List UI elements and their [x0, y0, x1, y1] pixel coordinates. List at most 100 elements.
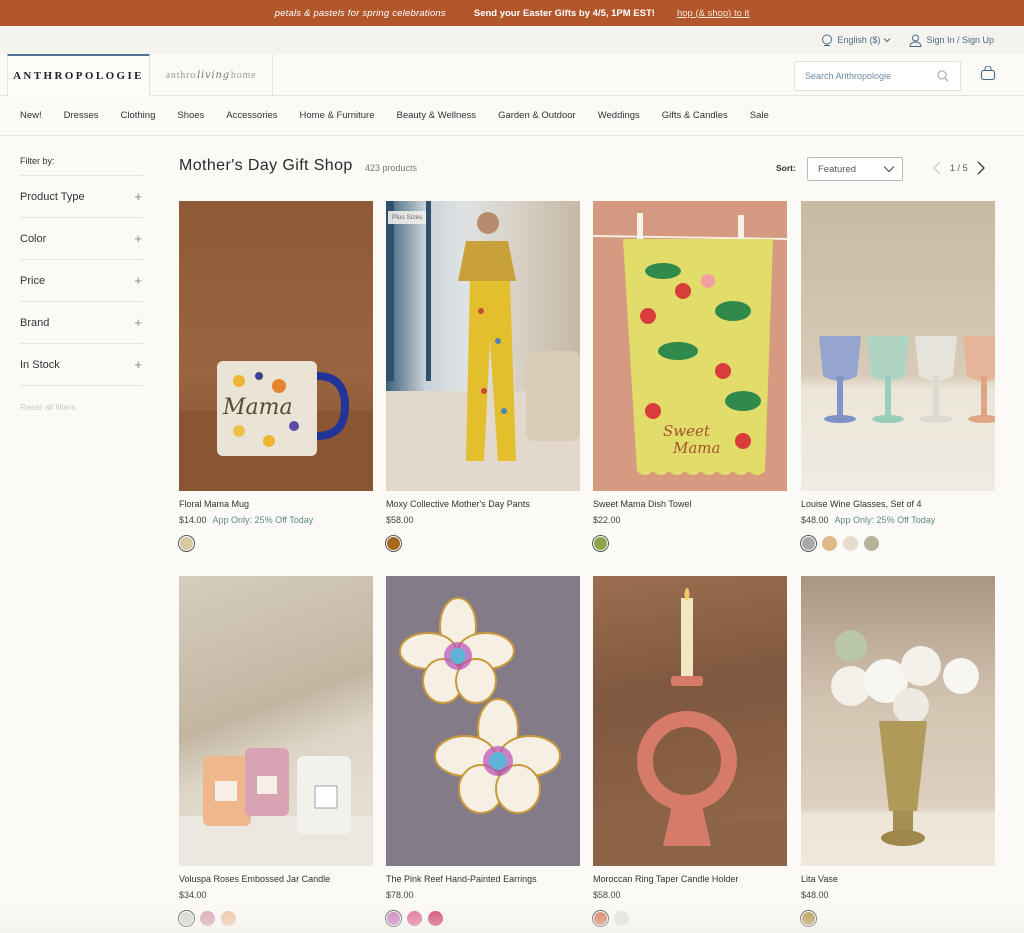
color-swatch[interactable]: [180, 537, 193, 550]
product-price: $48.00: [801, 890, 995, 902]
language-selector[interactable]: English ($): [821, 34, 895, 47]
price-value: $78.00: [386, 890, 414, 900]
product-price: $22.00: [593, 515, 787, 527]
facet-price[interactable]: Price +: [20, 260, 143, 302]
prev-page-icon[interactable]: [932, 160, 942, 176]
candle-illustration: [179, 748, 373, 866]
nav-weddings[interactable]: Weddings: [598, 110, 640, 121]
anthro-living-home-tab[interactable]: anthro living home: [150, 54, 273, 96]
promo-message: Send your Easter Gifts by 4/5, 1PM EST!: [473, 7, 655, 19]
product-image-dish-towel[interactable]: Sweet Mama: [593, 201, 787, 491]
product-card[interactable]: Lita Vase $48.00: [801, 576, 995, 925]
vase-illustration: [831, 630, 979, 846]
promo-note: App Only: 25% Off Today: [212, 515, 314, 525]
facet-product-type[interactable]: Product Type +: [20, 176, 143, 218]
swatch-list: [386, 911, 580, 926]
sort-dropdown[interactable]: Featured: [807, 157, 903, 181]
color-swatch[interactable]: [614, 911, 629, 926]
swatch-list: [801, 536, 995, 551]
color-swatch[interactable]: [200, 911, 215, 926]
product-name[interactable]: Floral Mama Mug: [179, 499, 373, 511]
product-card[interactable]: Plus Sizes Moxy Collective Mother's Day …: [386, 201, 580, 550]
price-value: $14.00: [179, 515, 207, 525]
plus-sizes-badge: Plus Sizes: [388, 211, 427, 224]
svg-text:Sweet: Sweet: [663, 422, 711, 440]
product-image-candle-holder[interactable]: [593, 576, 787, 866]
nav-home-furniture[interactable]: Home & Furniture: [300, 110, 375, 121]
next-page-icon[interactable]: [976, 160, 986, 176]
color-swatch[interactable]: [387, 537, 400, 550]
color-swatch[interactable]: [180, 912, 193, 925]
search-box[interactable]: [794, 61, 961, 91]
product-image-earrings[interactable]: [386, 576, 580, 866]
product-name[interactable]: The Pink Reef Hand-Painted Earrings: [386, 874, 580, 886]
filter-heading: Filter by:: [20, 150, 143, 176]
facet-in-stock[interactable]: In Stock +: [20, 344, 143, 386]
facet-label: Price: [20, 274, 46, 287]
product-price: $58.00: [593, 890, 787, 902]
product-image-vase[interactable]: [801, 576, 995, 866]
main-nav: New! Dresses Clothing Shoes Accessories …: [0, 96, 1024, 136]
product-image-wine-glasses[interactable]: [801, 201, 995, 491]
nav-beauty-wellness[interactable]: Beauty & Wellness: [397, 110, 477, 121]
page-title: Mother's Day Gift Shop: [179, 157, 353, 174]
price-value: $22.00: [593, 515, 621, 525]
color-swatch[interactable]: [802, 537, 815, 550]
plus-icon: +: [134, 315, 142, 330]
nav-gifts-candles[interactable]: Gifts & Candles: [662, 110, 728, 121]
color-swatch[interactable]: [864, 536, 879, 551]
filter-sidebar: Filter by: Product Type + Color + Price + B…: [20, 150, 143, 412]
nav-sale[interactable]: Sale: [750, 110, 769, 121]
page-separator: /: [957, 163, 961, 173]
utility-bar: English ($) Sign In / Sign Up: [0, 26, 1024, 54]
color-swatch[interactable]: [822, 536, 837, 551]
reset-filters-link[interactable]: Reset all filters: [20, 402, 143, 412]
color-swatch[interactable]: [221, 911, 236, 926]
product-image-floral-mug[interactable]: Mama: [179, 201, 373, 491]
product-card[interactable]: Mama Floral Mama Mug $14.00 App Only: 25%…: [179, 201, 373, 550]
product-price: $58.00: [386, 515, 580, 527]
color-swatch[interactable]: [594, 912, 607, 925]
product-name[interactable]: Moxy Collective Mother's Day Pants: [386, 499, 580, 511]
color-swatch[interactable]: [594, 537, 607, 550]
nav-shoes[interactable]: Shoes: [177, 110, 204, 121]
product-card[interactable]: Voluspa Roses Embossed Jar Candle $34.00: [179, 576, 373, 926]
product-card[interactable]: Moroccan Ring Taper Candle Holder $58.00: [593, 576, 787, 926]
product-name[interactable]: Louise Wine Glasses, Set of 4: [801, 499, 995, 511]
globe-icon: [822, 34, 833, 46]
price-value: $34.00: [179, 890, 207, 900]
search-input[interactable]: [805, 71, 933, 81]
earrings-illustration: [399, 597, 561, 814]
product-name[interactable]: Moroccan Ring Taper Candle Holder: [593, 874, 787, 886]
nav-dresses[interactable]: Dresses: [64, 110, 99, 121]
sort-label: Sort:: [776, 163, 796, 173]
facet-brand[interactable]: Brand +: [20, 302, 143, 344]
product-card[interactable]: The Pink Reef Hand-Painted Earrings $78.…: [386, 576, 580, 926]
product-image-pants[interactable]: Plus Sizes: [386, 201, 580, 491]
pants-illustration: [386, 201, 580, 491]
shopping-bag-icon[interactable]: [980, 66, 996, 81]
color-swatch[interactable]: [802, 912, 815, 925]
promo-link[interactable]: hop (& shop) to it: [677, 8, 749, 19]
product-name[interactable]: Lita Vase: [801, 874, 995, 886]
plus-icon: +: [134, 189, 142, 204]
color-swatch[interactable]: [407, 911, 422, 926]
nav-new[interactable]: New!: [20, 110, 42, 121]
nav-garden-outdoor[interactable]: Garden & Outdoor: [498, 110, 576, 121]
search-icon[interactable]: [937, 70, 949, 82]
facet-color[interactable]: Color +: [20, 218, 143, 260]
color-swatch[interactable]: [428, 911, 443, 926]
product-name[interactable]: Sweet Mama Dish Towel: [593, 499, 787, 511]
product-card[interactable]: Louise Wine Glasses, Set of 4 $48.00 App …: [801, 201, 995, 551]
color-swatch[interactable]: [387, 912, 400, 925]
nav-clothing[interactable]: Clothing: [121, 110, 156, 121]
product-name[interactable]: Voluspa Roses Embossed Jar Candle: [179, 874, 373, 886]
nav-accessories[interactable]: Accessories: [226, 110, 277, 121]
site-header: ANTHROPOLOGIE anthro living home: [0, 54, 1024, 96]
sign-in-link[interactable]: Sign In / Sign Up: [909, 34, 994, 47]
product-card[interactable]: Sweet Mama Sweet Mama Dish Towel $22.00: [593, 201, 787, 550]
language-label: English ($): [837, 35, 881, 45]
color-swatch[interactable]: [843, 536, 858, 551]
anthropologie-logo-tab[interactable]: ANTHROPOLOGIE: [7, 54, 150, 96]
product-image-jar-candle[interactable]: [179, 576, 373, 866]
